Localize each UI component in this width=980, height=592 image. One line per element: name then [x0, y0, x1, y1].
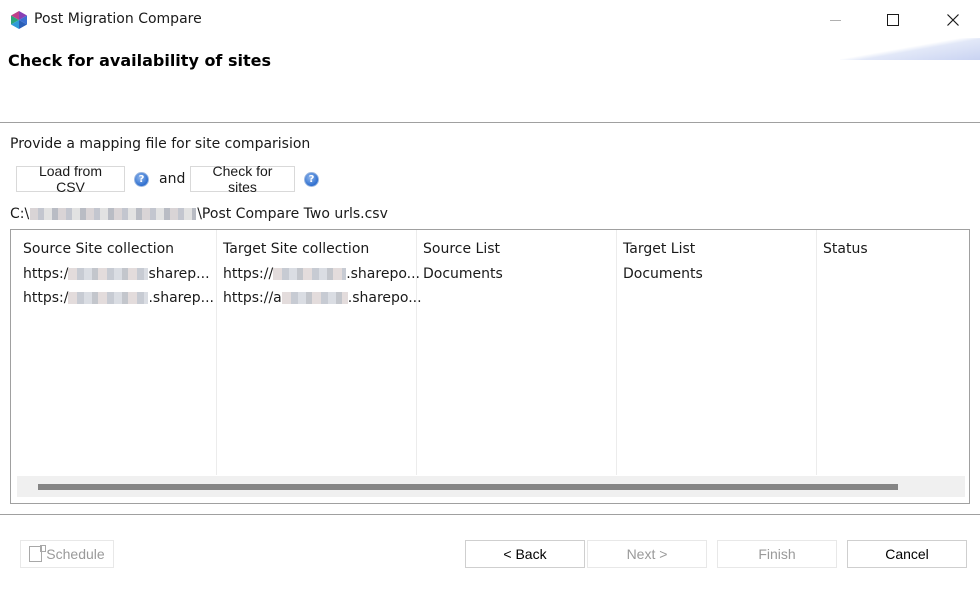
help-icon[interactable]: ?	[134, 172, 149, 187]
column-header-status[interactable]: Status	[823, 241, 868, 257]
table-cell-source-list[interactable]: Documents	[423, 266, 503, 282]
column-header-target-list[interactable]: Target List	[623, 241, 695, 257]
next-button[interactable]: Next >	[587, 540, 707, 568]
redacted-text	[68, 292, 149, 304]
column-header-source-site[interactable]: Source Site collection	[23, 241, 174, 257]
finish-button[interactable]: Finish	[717, 540, 837, 568]
cancel-button[interactable]: Cancel	[847, 540, 967, 568]
page-heading: Check for availability of sites	[8, 51, 271, 70]
redacted-path	[30, 208, 197, 220]
close-button[interactable]	[930, 0, 976, 40]
redacted-text	[68, 268, 149, 280]
file-path-prefix: C:\	[10, 206, 30, 222]
column-divider	[816, 230, 817, 475]
minimize-icon	[829, 19, 841, 21]
instruction-text: Provide a mapping file for site comparis…	[10, 136, 311, 152]
check-for-sites-button[interactable]: Check for sites	[190, 163, 295, 195]
app-logo-icon	[11, 11, 27, 29]
title-bar: Post Migration Compare	[0, 0, 980, 40]
schedule-icon	[29, 545, 47, 562]
column-header-target-site[interactable]: Target Site collection	[223, 241, 369, 257]
scrollbar-thumb[interactable]	[38, 484, 898, 490]
close-icon	[947, 14, 959, 26]
redacted-text	[281, 292, 348, 304]
maximize-button[interactable]	[870, 0, 916, 40]
column-header-source-list[interactable]: Source List	[423, 241, 500, 257]
maximize-icon	[887, 14, 899, 26]
file-path: C:\ \Post Compare Two urls.csv	[10, 206, 388, 222]
table-cell-target-list[interactable]: Documents	[623, 266, 703, 282]
horizontal-scrollbar[interactable]	[17, 476, 965, 497]
load-from-csv-button[interactable]: Load from CSV	[16, 163, 125, 195]
column-divider	[616, 230, 617, 475]
help-icon[interactable]: ?	[304, 172, 319, 187]
table-cell-source-site[interactable]: https:/sharep...	[23, 266, 210, 282]
table-cell-target-site[interactable]: https://.sharepo...	[223, 266, 420, 282]
file-path-suffix: \Post Compare Two urls.csv	[197, 206, 388, 222]
table-cell-target-site[interactable]: https://a .sharepo...	[223, 290, 422, 306]
minimize-button[interactable]	[812, 0, 858, 40]
schedule-button[interactable]: Schedule	[20, 540, 114, 568]
and-label: and	[159, 171, 186, 187]
footer-divider	[0, 514, 980, 515]
header-divider	[0, 122, 980, 123]
banner-decoration	[840, 38, 980, 60]
redacted-text	[273, 268, 347, 280]
sites-table: Source Site collection Target Site colle…	[10, 229, 970, 504]
column-divider	[216, 230, 217, 475]
window-title: Post Migration Compare	[34, 11, 202, 27]
back-button[interactable]: < Back	[465, 540, 585, 568]
table-cell-source-site[interactable]: https:/.sharep...	[23, 290, 214, 306]
